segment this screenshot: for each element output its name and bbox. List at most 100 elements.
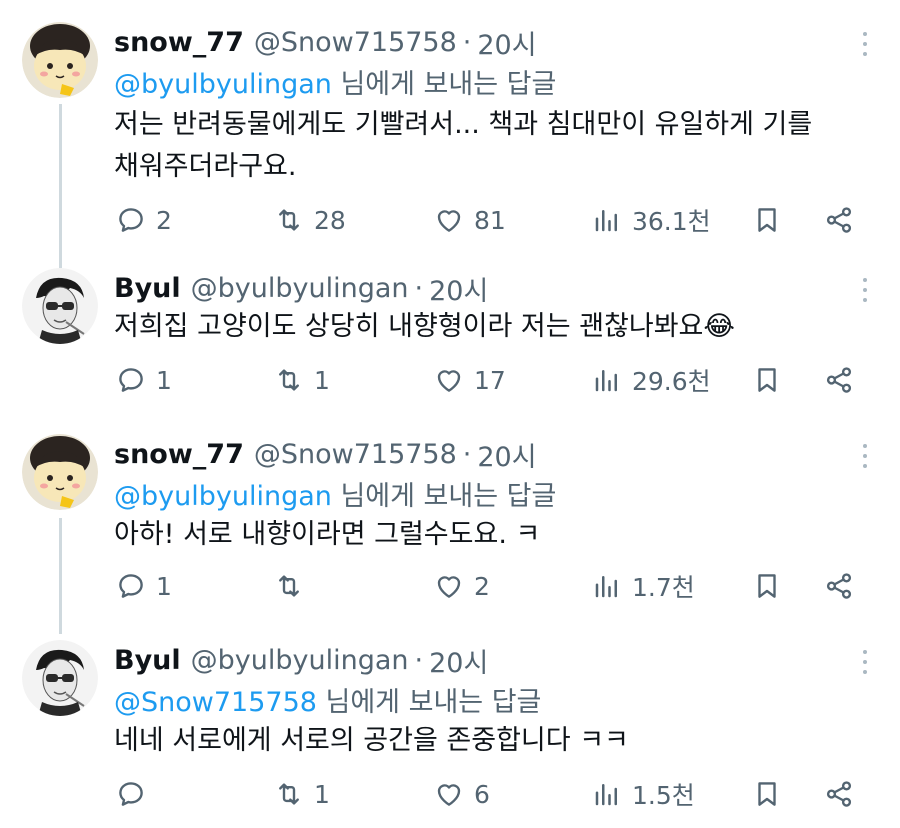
separator-dot: ·	[462, 438, 472, 470]
mention-link[interactable]: @Snow715758	[114, 687, 317, 718]
like-button[interactable]: 2	[434, 568, 490, 604]
more-icon[interactable]	[858, 444, 872, 468]
reply-icon	[119, 782, 143, 806]
mention-link[interactable]: @byulbyulingan	[114, 69, 332, 100]
user-handle[interactable]: @Snow715758	[254, 439, 457, 470]
like-button[interactable]: 17	[434, 362, 506, 398]
reply-count: 1	[156, 365, 172, 395]
bookmark-icon	[758, 782, 776, 806]
display-name[interactable]: snow_77	[114, 27, 244, 58]
bookmark-button[interactable]	[752, 362, 782, 398]
retweet-button[interactable]: 28	[274, 202, 346, 238]
retweet-icon	[279, 209, 299, 231]
views-button[interactable]: 29.6천	[592, 362, 711, 398]
tweet-text: 아하! 서로 내향이라면 그럴수도요. ㅋ	[114, 514, 540, 556]
views-icon	[595, 576, 617, 598]
retweet-button[interactable]: 1	[274, 362, 330, 398]
thread-line	[59, 104, 62, 268]
bookmark-button[interactable]	[752, 568, 782, 604]
retweet-count: 1	[314, 365, 330, 395]
separator-dot: ·	[414, 272, 424, 304]
more-icon[interactable]	[858, 278, 872, 302]
tweet-text: 네네 서로에게 서로의 공간을 존중합니다 ㅋㅋ	[114, 720, 629, 762]
reply-to-suffix: 님에게 보내는 답글	[331, 481, 557, 512]
action-bar: 1 2 1.7천	[0, 568, 900, 604]
tweet-text-line: 네네 서로에게 서로의 공간을 존중합니다 ㅋㅋ	[114, 725, 629, 756]
action-bar: 1 6 1.5천	[0, 776, 900, 812]
tweet-header: Byul @byulbyulingan · 20시	[114, 268, 488, 308]
like-icon	[437, 370, 461, 392]
tweet-header: snow_77 @Snow715758 · 20시	[114, 434, 537, 474]
share-icon	[826, 573, 852, 599]
view-count: 1.5천	[632, 781, 695, 810]
user-handle[interactable]: @byulbyulingan	[191, 273, 409, 304]
share-icon	[826, 781, 852, 807]
mention-link[interactable]: @byulbyulingan	[114, 481, 332, 512]
view-count: 36.1천	[632, 207, 711, 236]
tweet-text-line: 아하! 서로 내향이라면 그럴수도요. ㅋ	[114, 519, 541, 550]
tweet-text-line: 저는 반려동물에게도 기빨려서... 책과 침대만이 유일하게 기를	[114, 109, 813, 140]
separator-dot: ·	[462, 26, 472, 58]
views-icon	[595, 210, 617, 232]
share-button[interactable]	[824, 362, 854, 398]
reply-icon	[119, 368, 143, 392]
share-icon	[826, 207, 852, 233]
bookmark-icon	[758, 574, 776, 598]
reply-button[interactable]	[116, 776, 156, 812]
reply-button[interactable]: 1	[116, 568, 172, 604]
share-button[interactable]	[824, 568, 854, 604]
views-icon	[595, 784, 617, 806]
reply-button[interactable]: 2	[116, 202, 172, 238]
display-name[interactable]: Byul	[114, 273, 181, 304]
more-icon[interactable]	[858, 650, 872, 674]
like-button[interactable]: 81	[434, 202, 506, 238]
bookmark-icon	[758, 368, 776, 392]
tweet-text: 저는 반려동물에게도 기빨려서... 책과 침대만이 유일하게 기를 채워주더라…	[114, 104, 812, 188]
share-icon	[826, 367, 852, 393]
reply-icon	[119, 574, 143, 598]
like-count: 6	[474, 779, 490, 809]
display-name[interactable]: snow_77	[114, 439, 244, 470]
avatar[interactable]	[22, 268, 98, 344]
retweet-icon	[279, 369, 299, 391]
reply-to-line: @byulbyulingan 님에게 보내는 답글	[114, 62, 556, 101]
reply-button[interactable]: 1	[116, 362, 172, 398]
more-icon[interactable]	[858, 32, 872, 56]
tweet-text: 저희집 고양이도 상당히 내향형이라 저는 괜찮나봐요😂	[114, 306, 735, 348]
tweet-header: snow_77 @Snow715758 · 20시	[114, 22, 537, 62]
views-button[interactable]: 36.1천	[592, 202, 711, 238]
bookmark-button[interactable]	[752, 776, 782, 812]
view-count: 1.7천	[632, 573, 695, 602]
display-name[interactable]: Byul	[114, 645, 181, 676]
views-button[interactable]: 1.7천	[592, 568, 695, 604]
reply-to-suffix: 님에게 보내는 답글	[331, 69, 557, 100]
tweet-text-line: 채워주더라구요.	[114, 151, 297, 182]
timestamp[interactable]: 20시	[429, 269, 488, 308]
timestamp[interactable]: 20시	[477, 435, 536, 474]
avatar[interactable]	[22, 640, 98, 716]
timestamp[interactable]: 20시	[429, 641, 488, 680]
retweet-button[interactable]	[274, 568, 314, 604]
like-icon	[437, 210, 461, 232]
view-count: 29.6천	[632, 367, 711, 396]
avatar[interactable]	[22, 22, 98, 98]
avatar[interactable]	[22, 434, 98, 510]
action-bar: 1 1 17 29.6천	[0, 362, 900, 398]
retweet-button[interactable]: 1	[274, 776, 330, 812]
like-count: 17	[474, 365, 506, 395]
user-handle[interactable]: @byulbyulingan	[191, 645, 409, 676]
bookmark-button[interactable]	[752, 202, 782, 238]
timestamp[interactable]: 20시	[477, 23, 536, 62]
user-handle[interactable]: @Snow715758	[254, 27, 457, 58]
laughing-emoji: 😂	[703, 311, 735, 342]
views-button[interactable]: 1.5천	[592, 776, 695, 812]
share-button[interactable]	[824, 202, 854, 238]
retweet-icon	[279, 575, 299, 597]
tweet-text-line: 저희집 고양이도 상당히 내향형이라 저는 괜찮나봐요	[114, 311, 704, 342]
like-icon	[437, 784, 461, 806]
share-button[interactable]	[824, 776, 854, 812]
like-button[interactable]: 6	[434, 776, 490, 812]
like-count: 81	[474, 205, 506, 235]
reply-count: 2	[156, 205, 172, 235]
retweet-icon	[279, 783, 299, 805]
